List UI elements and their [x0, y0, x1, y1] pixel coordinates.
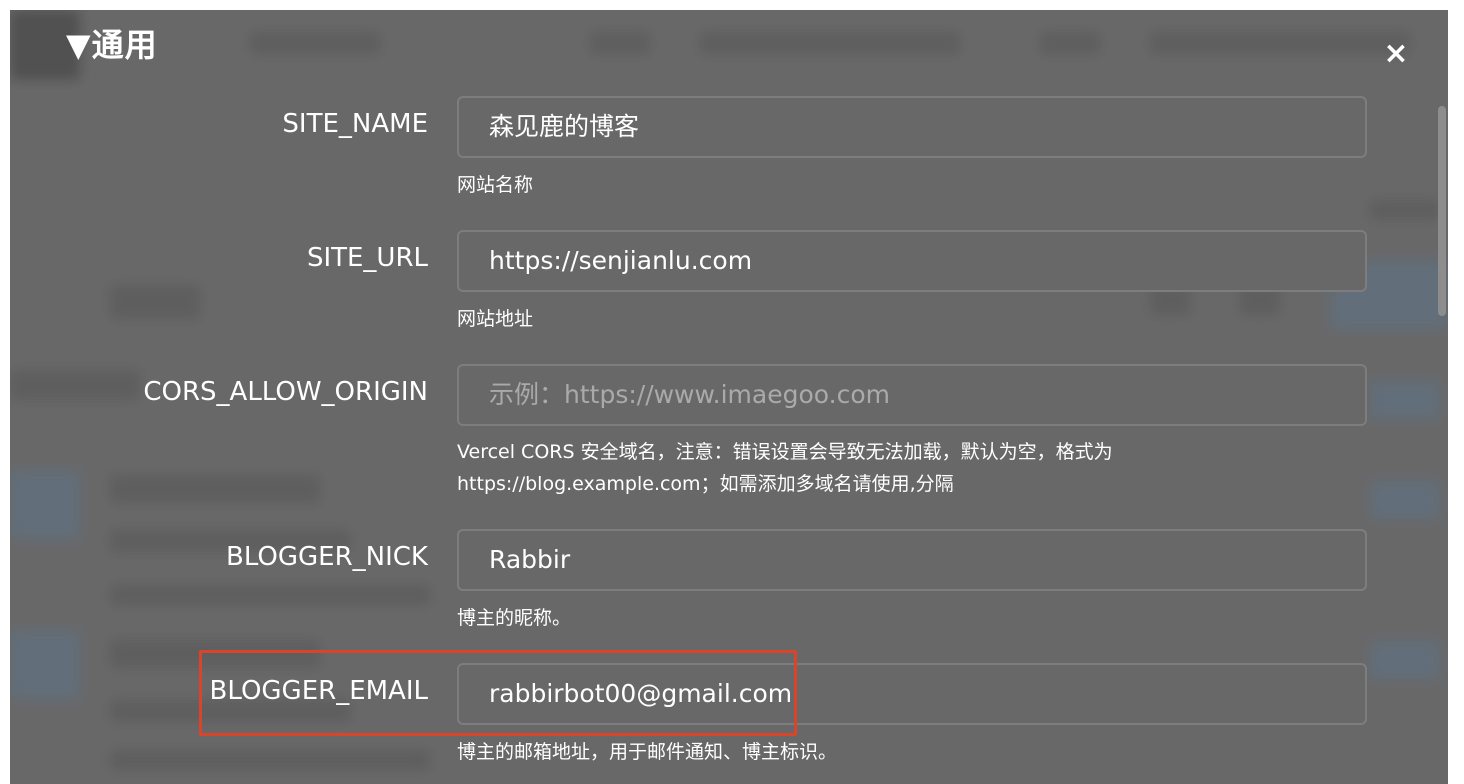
- site-name-label: SITE_NAME: [282, 109, 428, 139]
- close-icon: ×: [1383, 36, 1409, 71]
- blogger-email-hint: 博主的邮箱地址，用于邮件通知、博主标识。: [457, 741, 838, 763]
- cors-allow-origin-hint-line-2: https://blog.example.com；如需添加多域名请使用,分隔: [457, 473, 954, 495]
- blogger-nick-label: BLOGGER_NICK: [226, 542, 428, 572]
- section-title-text: 通用: [91, 26, 158, 64]
- site-url-hint: 网站地址: [457, 308, 534, 330]
- highlight-annotation-box: [199, 650, 797, 736]
- cors-allow-origin-label: CORS_ALLOW_ORIGIN: [143, 377, 428, 407]
- blogger-nick-input[interactable]: Rabbir: [457, 529, 1367, 591]
- cors-allow-origin-hint-line-1: Vercel CORS 安全域名，注意：错误设置会导致无法加载，默认为空，格式为: [457, 441, 1113, 463]
- blogger-nick-hint: 博主的昵称。: [457, 607, 572, 629]
- site-url-label: SITE_URL: [306, 243, 428, 273]
- collapse-arrow-icon[interactable]: ▼: [66, 26, 92, 64]
- site-url-input[interactable]: https://senjianlu.com: [457, 230, 1367, 292]
- settings-modal-frame: ▼通用 × SITE_NAME 森见鹿的博客 网站名称 SITE_URL htt…: [10, 10, 1448, 784]
- scrollbar-thumb[interactable]: [1438, 106, 1446, 316]
- cors-allow-origin-input[interactable]: 示例：https://www.imaegoo.com: [457, 364, 1367, 426]
- site-name-hint: 网站名称: [457, 174, 534, 196]
- section-title[interactable]: ▼通用: [66, 20, 158, 66]
- close-button[interactable]: ×: [1382, 39, 1410, 69]
- site-name-input[interactable]: 森见鹿的博客: [457, 96, 1367, 158]
